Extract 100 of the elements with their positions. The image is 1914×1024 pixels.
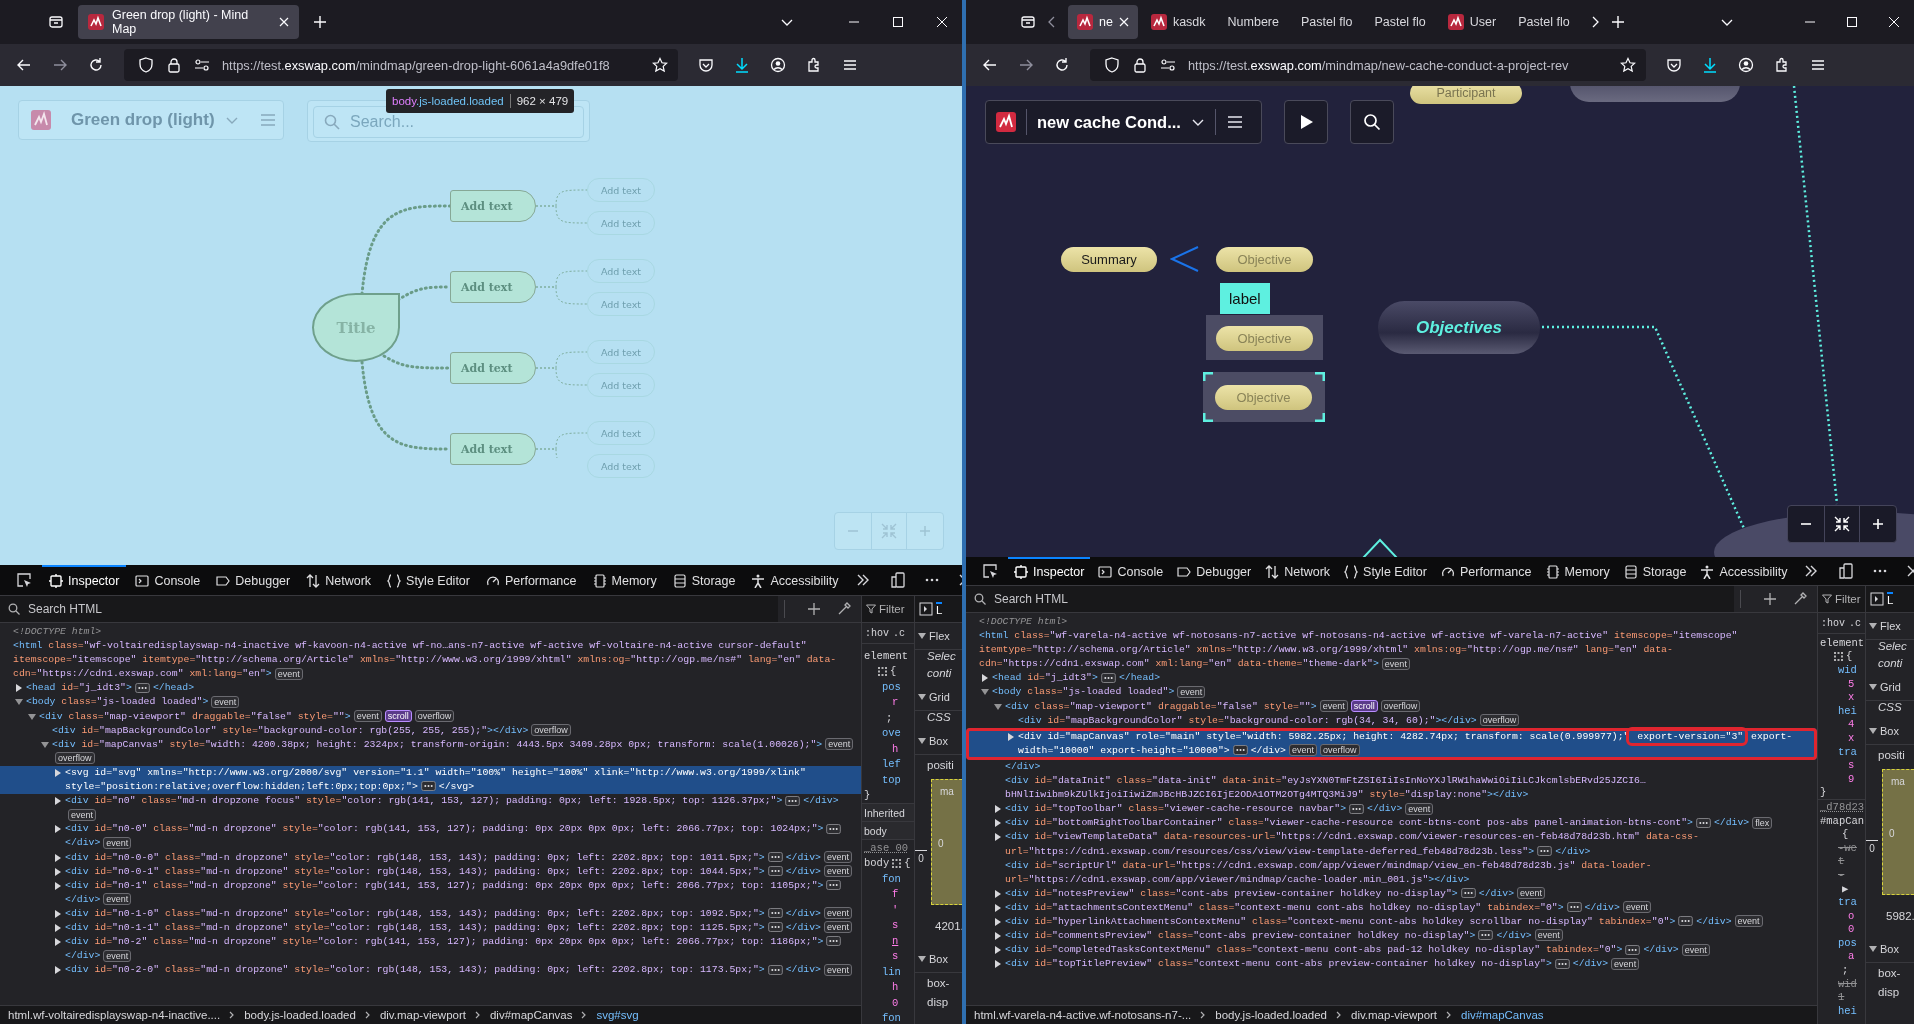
collapse-arrow-icon[interactable]	[1869, 727, 1877, 735]
markup-line[interactable]: <div id="n0-1-0" class="md-n dropzone" style="color: rgb(148, 153, 143); padding: 0px; left: 2202.8px; top: 1092.5px;"> </div> event	[65, 906, 859, 921]
selected-row[interactable]: <div id="mapCanvas" role="main" style="width: 5982.25px; height: 4282.74px; transform: scale(0.999977);" export-version="3" export-width="10000" export-height="10000"> </div> event overflow	[966, 727, 1817, 760]
devtools-tab[interactable]: Memory	[1539, 557, 1616, 585]
browser-tab[interactable]: kasdk	[1141, 5, 1215, 39]
element-picker-icon[interactable]	[982, 563, 998, 579]
section-heading[interactable]: Grid	[929, 691, 950, 703]
breadcrumb-item[interactable]: div.map-viewport	[1351, 1009, 1438, 1021]
class-toggle[interactable]: .c	[893, 627, 906, 639]
more-tabs-icon[interactable]	[855, 573, 870, 587]
markup-line[interactable]: <div id="n0-0-0" class="md-n dropzone" style="color: rgb(148, 153, 143); padding: 0px; left: 2202.8px; top: 1011.5px;"> </div> event	[65, 850, 859, 865]
sidebar-toggle-icon[interactable]	[1870, 592, 1884, 606]
markup-line[interactable]: <body class="js-loaded loaded"> event	[26, 695, 859, 710]
devtools-tab[interactable]: Network	[1259, 557, 1337, 585]
grid-icon[interactable]	[892, 858, 902, 868]
devtools-tab[interactable]: Debugger	[1171, 557, 1258, 585]
collapse-arrow-icon[interactable]	[1869, 683, 1877, 691]
responsive-mode-icon[interactable]	[1837, 563, 1854, 579]
devtools-tab[interactable]: Console	[128, 565, 208, 595]
search-input[interactable]: Search...	[348, 112, 552, 132]
expand-arrow-icon[interactable]	[981, 674, 989, 683]
reload-icon[interactable]	[1054, 57, 1070, 73]
source-link[interactable]: _ase 00	[864, 841, 909, 854]
markup-line[interactable]: <!DOCTYPE html>	[13, 625, 859, 640]
pocket-icon[interactable]	[1666, 57, 1682, 73]
section-heading[interactable]: Box	[1880, 725, 1899, 737]
forward-arrow-icon[interactable]	[1018, 57, 1034, 73]
plus-icon[interactable]	[1763, 592, 1777, 606]
search-button[interactable]	[1350, 100, 1394, 144]
section-heading[interactable]: Box	[929, 735, 948, 747]
breadcrumb-item[interactable]: body.js-loaded.loaded	[244, 1009, 356, 1021]
markup-line[interactable]: <html class="wf-voltairedisplayswap-n4-inactive wf-kavoon-n4-active wf-no…ans-n7-active wf-active wf-voltaire-n4-active cursor-default" itemscope="itemscope" itemtype="http://schema.org/Article" xmlns="http://www.w3.org/1999/xhtml" xmlns:og="http://ogp.me/ns#" lang="en" data-cdn="https://cdn1.exswap.com" xml:lang="en"> event	[13, 639, 859, 682]
pseudo-class-toggle[interactable]: :hov	[1821, 617, 1845, 629]
search-field[interactable]: Search...	[313, 106, 584, 138]
breadcrumb-item[interactable]: svg#svg	[596, 1009, 639, 1021]
more-tabs-icon[interactable]	[1803, 564, 1818, 578]
eyedropper-icon[interactable]	[1793, 592, 1807, 606]
tab-list-icon[interactable]	[48, 14, 64, 30]
menu-icon[interactable]	[1225, 113, 1244, 131]
markup-line[interactable]: <div id="mapCanvas" role="main" style="width: 5982.25px; height: 4282.74px; transform: scale(0.999977);" export-version="3" export-width="10000" export-height="10000"> </div> event overflow	[1018, 729, 1815, 758]
expand-arrow-icon[interactable]	[15, 684, 23, 693]
expand-arrow-icon[interactable]	[1007, 732, 1015, 741]
permissions-icon[interactable]	[194, 57, 210, 73]
shield-icon[interactable]	[1104, 57, 1120, 73]
markup-line[interactable]: <body class="js-loaded loaded"> event	[992, 685, 1815, 700]
star-icon[interactable]	[652, 57, 668, 73]
play-button[interactable]	[1284, 100, 1328, 144]
fit-button[interactable]	[1824, 506, 1860, 542]
new-tab-icon[interactable]	[313, 15, 327, 29]
expand-arrow-icon[interactable]	[54, 966, 62, 975]
section-heading[interactable]: Grid	[1880, 681, 1901, 693]
markup-line[interactable]: <div id="completedTasksContextMenu" class="context-menu cont-abs pad-12 holdkey no-display" tabindex="0"> </div> event	[1005, 943, 1815, 958]
markup-line[interactable]: <!DOCTYPE html>	[979, 615, 1815, 630]
account-icon[interactable]	[1738, 57, 1754, 73]
expand-arrow-icon[interactable]	[54, 797, 62, 806]
section-heading[interactable]: Box	[929, 953, 948, 965]
layout-tab[interactable]: L	[936, 602, 943, 616]
mindmap-logo-icon[interactable]	[996, 112, 1016, 132]
element-picker-icon[interactable]	[16, 572, 32, 588]
browser-tab[interactable]: Numbere	[1218, 5, 1288, 39]
collapse-arrow-icon[interactable]	[918, 632, 926, 640]
markup-line[interactable]: <div id="bottomRightToolbarContainer" class="viewer-cache-resource cont-btns-cont pos-abs panel-animation-btns-cont"> </div> flex	[1005, 816, 1815, 831]
pocket-icon[interactable]	[698, 57, 714, 73]
markup-line[interactable]: <div class="map-viewport" draggable="false" style=""> event scroll overflow	[39, 709, 859, 724]
browser-tab[interactable]: Pastel flo	[1509, 5, 1579, 39]
map-title[interactable]: new cache Cond...	[1037, 112, 1181, 132]
markup-line[interactable]: <div id="topTitlePreview" class="context-menu cont-abs preview-container holdkey no-display"> </div> event	[1005, 957, 1815, 972]
devtools-tab[interactable]: Style Editor	[1338, 557, 1433, 585]
browser-tab[interactable]: Pastel flo	[1292, 5, 1362, 39]
breadcrumb-item[interactable]: html.wf-varela-n4-active.wf-notosans-n7-...	[974, 1009, 1192, 1021]
plus-icon[interactable]	[807, 602, 821, 616]
markup-line[interactable]: <div id="mapBackgroundColor" style="background-color: rgb(255, 255, 255);"></div> overflow	[52, 723, 859, 738]
address-bar[interactable]: https://test.exswap.com/mindmap/new-cache-conduct-a-project-rev	[1090, 49, 1646, 81]
section-heading[interactable]: Box	[1880, 943, 1899, 955]
reload-icon[interactable]	[88, 57, 104, 73]
browser-tab[interactable]: ne	[1068, 5, 1138, 39]
breadcrumb-item[interactable]: div#mapCanvas	[1461, 1009, 1544, 1021]
back-arrow-icon[interactable]	[16, 57, 32, 73]
markup-line[interactable]: <head id="j_idt3"> </head>	[26, 681, 859, 696]
devtools-tab[interactable]: Console	[1092, 557, 1170, 585]
download-icon[interactable]	[734, 57, 750, 73]
class-toggle[interactable]: .c	[1849, 617, 1862, 629]
eyedropper-icon[interactable]	[837, 602, 851, 616]
expand-arrow-icon[interactable]	[54, 768, 62, 777]
grid-icon[interactable]	[878, 666, 887, 676]
collapse-arrow-icon[interactable]	[918, 737, 926, 745]
collapse-arrow-icon[interactable]	[41, 740, 49, 749]
devtools-tab[interactable]: Style Editor	[380, 565, 477, 595]
search-html-field[interactable]: Search HTML	[966, 586, 1734, 612]
markup-line[interactable]: <html class="wf-varela-n4-active wf-notosans-n7-active wf-notosans-n4-active wf-active wf-varela-n7-active" itemscope="itemscope" itemtype="http://schema.org/Article" xmlns="http://www.w3.org/1999/xhtml" xmlns:og="http://ogp.me/ns#" lang="en" data-cdn="https://cdn1.exswap.com" xml:lang="en" data-theme="theme-dark"> event	[979, 629, 1815, 672]
grid-icon[interactable]	[1834, 651, 1843, 661]
menu-icon[interactable]	[1810, 57, 1826, 73]
breadcrumb-item[interactable]: div.map-viewport	[379, 1009, 466, 1021]
collapse-arrow-icon[interactable]	[1869, 945, 1877, 953]
markup-line[interactable]: <div id="n0-2-0" class="md-n dropzone" style="color: rgb(148, 153, 143); padding: 0px; left: 2202.8px; top: 1173.5px;"> </div> event	[65, 963, 859, 978]
download-icon[interactable]	[1702, 57, 1718, 73]
devtools-tab[interactable]: Memory	[585, 565, 664, 595]
devtools-tab[interactable]: Storage	[665, 565, 743, 595]
pseudo-class-toggle[interactable]: :hov	[865, 627, 889, 639]
browser-tab[interactable]: User	[1438, 5, 1506, 39]
